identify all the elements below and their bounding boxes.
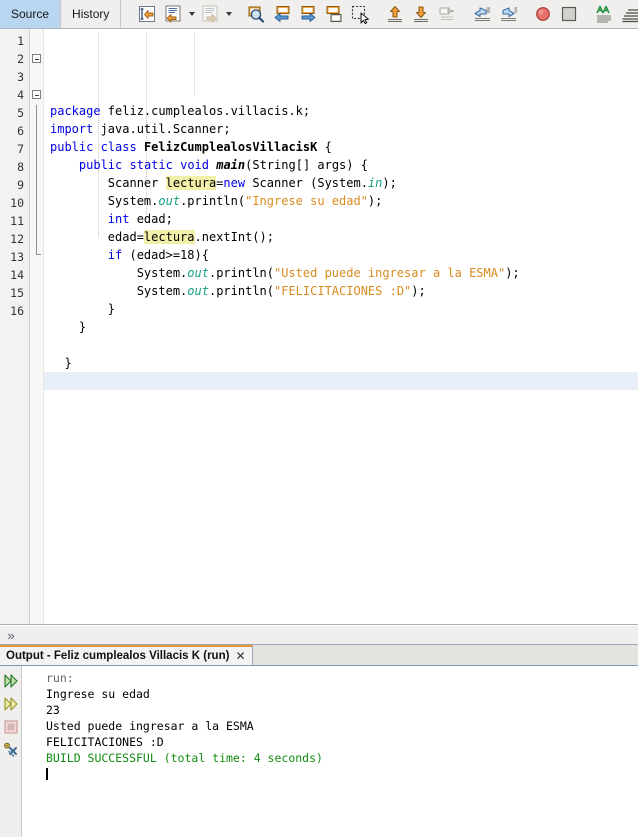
back-icon[interactable] [161, 2, 185, 26]
output-window: Output - Feliz cumplealos Villacis K (ru… [0, 645, 638, 837]
line-number: 11 [10, 214, 24, 228]
stop-process-icon[interactable] [0, 715, 22, 738]
output-tab[interactable]: Output - Feliz cumplealos Villacis K (ru… [0, 645, 253, 665]
code-line: edad=lectura.nextInt(); [50, 230, 274, 244]
expand-panel-chevron-right-icon[interactable]: » [0, 626, 22, 644]
line-number: 8 [17, 160, 24, 174]
next-bookmark-icon[interactable] [409, 2, 433, 26]
line-number: 4 [17, 88, 24, 102]
line-number: 3 [17, 70, 24, 84]
code-line: package feliz.cumplealos.villacis.k; [50, 104, 311, 118]
code-line [44, 372, 638, 390]
line-number: 14 [10, 268, 24, 282]
code-line: if (edad>=18){ [107, 248, 209, 262]
toggle-rectangular-selection-icon[interactable] [348, 2, 372, 26]
output-body: run: Ingrese su edad 23 Usted puede ingresa… [0, 666, 638, 837]
output-line: Ingrese su edad [46, 687, 150, 701]
find-previous-icon[interactable] [270, 2, 294, 26]
find-next-icon[interactable] [296, 2, 320, 26]
output-tab-label: Output - Feliz cumplealos Villacis K (ru… [6, 650, 230, 662]
line-number: 10 [10, 196, 24, 210]
output-line: Usted puede ingresar a la ESMA [46, 719, 254, 733]
previous-bookmark-icon[interactable] [383, 2, 407, 26]
output-tab-row: Output - Feliz cumplealos Villacis K (ru… [0, 645, 638, 666]
line-number: 12 [10, 232, 24, 246]
rerun-alt-icon[interactable] [0, 692, 22, 715]
code-line: import java.util.Scanner; [50, 122, 231, 136]
tab-history[interactable]: History [61, 0, 122, 28]
line-number-gutter: 1 2 3 4 5 6 7 8 9 10 11 12 13 14 15 16 [0, 29, 30, 624]
line-number: 7 [17, 142, 24, 156]
code-text-area[interactable]: package feliz.cumplealos.villacis.k; impo… [44, 29, 638, 624]
code-line: } [50, 320, 87, 334]
forward-dropdown-chevron-down-icon[interactable] [223, 2, 234, 26]
code-fold-column[interactable] [30, 29, 44, 624]
code-line: int edad; [107, 212, 173, 226]
output-side-toolbar [0, 666, 22, 837]
code-line: } [50, 302, 116, 316]
output-text[interactable]: run: Ingrese su edad 23 Usted puede ingresa… [22, 666, 638, 837]
output-line: 23 [46, 703, 60, 717]
forward-icon[interactable] [198, 2, 222, 26]
close-icon[interactable]: ✕ [235, 649, 245, 663]
fold-range-indicator [36, 105, 41, 255]
editor-toolbar-buttons [121, 0, 638, 28]
output-line: BUILD SUCCESSFUL (total time: 4 seconds) [46, 751, 323, 765]
collapsed-panel-bar[interactable]: » [0, 625, 638, 645]
code-line: Scanner lectura=new Scanner (System.in); [50, 176, 397, 190]
last-edit-icon[interactable] [135, 2, 159, 26]
line-number: 9 [17, 178, 24, 192]
tab-source[interactable]: Source [0, 0, 62, 28]
output-line: run: [46, 671, 74, 685]
line-number: 1 [17, 34, 24, 48]
inspect-icon[interactable] [592, 2, 616, 26]
line-number: 13 [10, 250, 24, 264]
toggle-highlight-icon[interactable] [322, 2, 346, 26]
shift-left-icon[interactable] [470, 2, 494, 26]
line-number: 16 [10, 304, 24, 318]
code-editor[interactable]: 1 2 3 4 5 6 7 8 9 10 11 12 13 14 15 16 package feliz.cu… [0, 29, 638, 625]
fold-toggle-line-4[interactable] [32, 90, 41, 99]
rerun-icon[interactable] [0, 669, 22, 692]
fold-toggle-line-2[interactable] [32, 54, 41, 63]
shift-right-icon[interactable] [496, 2, 520, 26]
output-settings-icon[interactable] [0, 738, 22, 761]
stop-icon[interactable] [557, 2, 581, 26]
editor-toolbar: Source History [0, 0, 638, 29]
line-number: 5 [17, 106, 24, 120]
code-line: System.out.println("Ingrese su edad"); [50, 194, 383, 208]
netbeans-editor-window: Source History 1 2 3 4 5 6 7 8 9 10 11 1… [0, 0, 638, 837]
output-caret [46, 766, 638, 782]
code-line: System.out.println("Usted puede ingresar… [50, 266, 520, 280]
line-number: 6 [17, 124, 24, 138]
toggle-bookmark-icon[interactable] [435, 2, 459, 26]
indent-guide [194, 32, 195, 95]
format-icon[interactable] [618, 2, 638, 26]
back-dropdown-chevron-down-icon[interactable] [186, 2, 197, 26]
line-number: 2 [17, 52, 24, 66]
code-line: public static void main(String[] args) { [78, 158, 368, 172]
view-tab-group: Source History [0, 0, 122, 28]
code-line: } [50, 356, 72, 370]
find-selection-icon[interactable] [244, 2, 268, 26]
line-number: 15 [10, 286, 24, 300]
output-line: FELICITACIONES :D [46, 735, 164, 749]
toggle-breakpoint-icon[interactable] [531, 2, 555, 26]
code-line: public class FelizCumplealosVillacisK { [50, 140, 332, 154]
code-line: System.out.println("FELICITACIONES :D"); [50, 284, 426, 298]
